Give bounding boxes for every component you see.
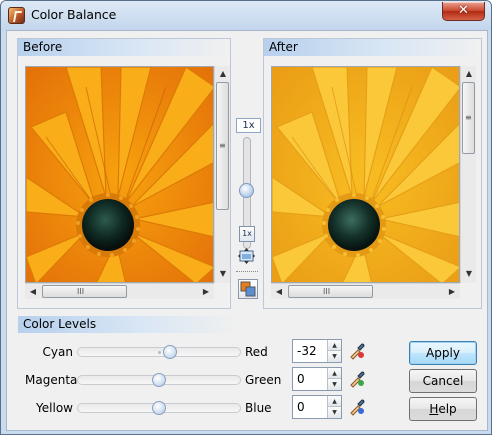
apply-button[interactable]: Apply — [409, 341, 477, 365]
app-icon — [8, 7, 25, 24]
cyan-red-value[interactable]: -32 — [297, 344, 317, 358]
eyedropper-icon[interactable] — [348, 342, 366, 360]
cyan-label: Cyan — [42, 345, 73, 359]
color-balance-window: Color Balance ✕ Before ▲ ≡ ▼ ◀ III ▶ 1x … — [0, 0, 492, 435]
close-button[interactable]: ✕ — [442, 2, 485, 21]
zoom-level-label: 1x — [236, 118, 261, 133]
yellow-blue-value[interactable]: 0 — [297, 400, 305, 414]
eyedropper-icon[interactable] — [348, 398, 366, 416]
window-title: Color Balance — [31, 7, 117, 22]
scroll-left-icon[interactable]: ◀ — [25, 284, 41, 300]
magenta-green-value-spinner[interactable]: 0 ▲ ▼ — [292, 367, 342, 391]
yellow-label: Yellow — [36, 401, 73, 415]
before-image[interactable] — [25, 66, 214, 283]
green-label: Green — [245, 373, 282, 387]
yellow-blue-slider-thumb[interactable] — [152, 401, 166, 415]
before-header: Before — [18, 39, 230, 56]
scroll-down-icon[interactable]: ▼ — [461, 266, 477, 282]
yellow-blue-value-spinner[interactable]: 0 ▲ ▼ — [292, 395, 342, 419]
zoom-reset-button[interactable]: 1x — [239, 226, 255, 242]
grip-icon: ≡ — [219, 141, 226, 150]
scroll-left-icon[interactable]: ◀ — [271, 284, 287, 300]
separator — [236, 271, 258, 272]
scroll-down-icon[interactable]: ▼ — [215, 266, 231, 282]
scroll-right-icon[interactable]: ▶ — [198, 284, 214, 300]
spin-up-icon[interactable]: ▲ — [327, 340, 341, 351]
scroll-right-icon[interactable]: ▶ — [444, 284, 460, 300]
cancel-button[interactable]: Cancel — [409, 369, 477, 393]
close-icon: ✕ — [458, 3, 469, 18]
help-label: elp — [438, 402, 457, 416]
spin-down-icon[interactable]: ▼ — [327, 351, 341, 362]
title-bar[interactable]: Color Balance ✕ — [1, 1, 491, 30]
after-vertical-scrollbar[interactable]: ▲ ≡ ▼ — [460, 66, 476, 283]
cyan-red-value-spinner[interactable]: -32 ▲ ▼ — [292, 339, 342, 363]
magenta-green-value[interactable]: 0 — [297, 372, 305, 386]
magenta-green-slider-thumb[interactable] — [152, 373, 166, 387]
dialog-body: Before ▲ ≡ ▼ ◀ III ▶ 1x 1x After ▲ ≡ ▼ ◀… — [6, 30, 488, 431]
after-horizontal-scrollbar[interactable]: ◀ III ▶ — [271, 283, 460, 299]
red-label: Red — [245, 345, 268, 359]
spin-down-icon[interactable]: ▼ — [327, 379, 341, 390]
grip-icon: ≡ — [465, 113, 472, 122]
spin-up-icon[interactable]: ▲ — [327, 368, 341, 379]
help-button[interactable]: Help — [409, 397, 477, 421]
before-flower-image — [26, 67, 213, 282]
scroll-up-icon[interactable]: ▲ — [461, 66, 477, 82]
magenta-label: Magenta — [25, 373, 78, 387]
color-levels-header: Color Levels — [18, 316, 239, 333]
after-hscroll-thumb[interactable] — [288, 285, 373, 298]
spin-down-icon[interactable]: ▼ — [327, 407, 341, 418]
spin-up-icon[interactable]: ▲ — [327, 396, 341, 407]
after-header: After — [264, 39, 481, 56]
grip-icon: III — [323, 287, 331, 296]
blue-label: Blue — [245, 401, 272, 415]
before-horizontal-scrollbar[interactable]: ◀ III ▶ — [25, 283, 214, 299]
eyedropper-icon[interactable] — [348, 370, 366, 388]
after-image[interactable] — [271, 66, 460, 283]
compare-view-icon[interactable] — [238, 279, 258, 299]
grip-icon: III — [77, 287, 85, 296]
help-mnemonic: H — [429, 402, 439, 416]
slider-center-tick — [158, 351, 161, 354]
before-hscroll-thumb[interactable] — [42, 285, 127, 298]
scroll-up-icon[interactable]: ▲ — [215, 66, 231, 82]
before-vertical-scrollbar[interactable]: ▲ ≡ ▼ — [214, 66, 230, 283]
after-flower-image — [272, 67, 459, 282]
zoom-slider-thumb[interactable] — [239, 183, 254, 198]
fit-window-icon[interactable] — [238, 248, 255, 264]
